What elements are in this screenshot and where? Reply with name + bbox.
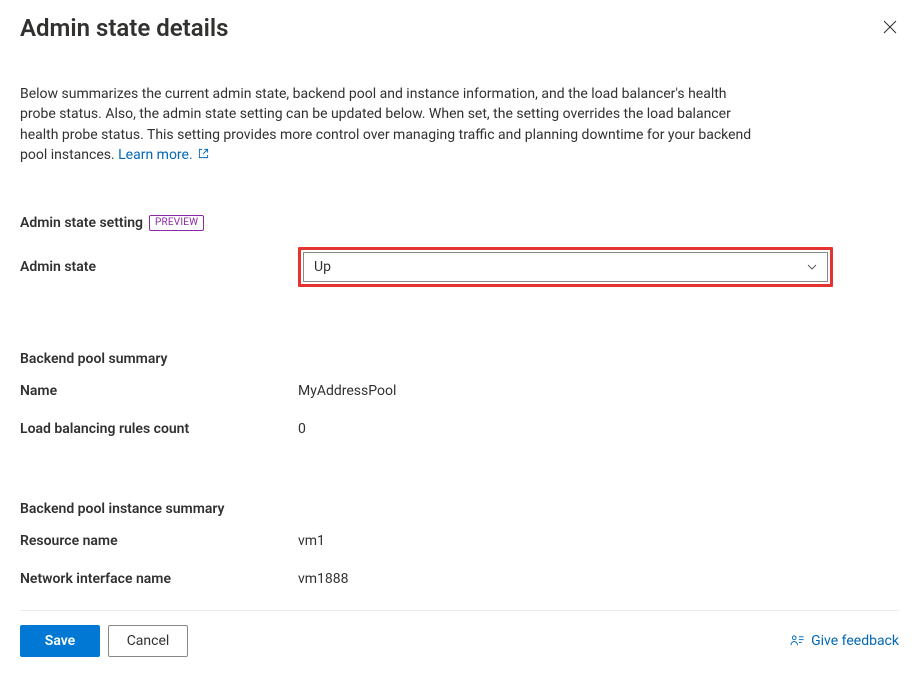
learn-more-label: Learn more. <box>118 147 193 163</box>
lb-rules-row: Load balancing rules count 0 <box>20 421 899 437</box>
pool-name-value: MyAddressPool <box>298 383 396 399</box>
panel-title: Admin state details <box>20 14 228 42</box>
pool-name-row: Name MyAddressPool <box>20 383 899 399</box>
admin-state-section: Admin state setting PREVIEW Admin state … <box>20 215 899 287</box>
admin-state-heading: Admin state setting PREVIEW <box>20 215 899 231</box>
lb-rules-value: 0 <box>298 421 306 437</box>
admin-state-dropdown-container: Up <box>298 247 833 287</box>
admin-state-row: Admin state Up <box>20 247 899 287</box>
admin-state-selected-value: Up <box>314 259 331 275</box>
save-button[interactable]: Save <box>20 625 100 657</box>
resource-name-row: Resource name vm1 <box>20 533 899 549</box>
nic-name-value: vm1888 <box>298 571 349 587</box>
give-feedback-label: Give feedback <box>811 633 899 649</box>
backend-pool-summary-heading: Backend pool summary <box>20 351 899 367</box>
resource-name-label: Resource name <box>20 533 298 549</box>
footer-actions: Save Cancel <box>20 625 188 657</box>
external-link-icon <box>198 148 209 159</box>
admin-state-label: Admin state <box>20 259 298 275</box>
panel-header: Admin state details <box>20 12 899 50</box>
admin-state-details-panel: Admin state details Below summarizes the… <box>0 0 919 673</box>
nic-name-row: Network interface name vm1888 <box>20 571 899 587</box>
resource-name-value: vm1 <box>298 533 325 549</box>
lb-rules-label: Load balancing rules count <box>20 421 298 437</box>
learn-more-link[interactable]: Learn more. <box>118 147 209 163</box>
give-feedback-link[interactable]: Give feedback <box>790 633 899 649</box>
close-icon <box>883 20 897 34</box>
backend-pool-summary-section: Backend pool summary Name MyAddressPool … <box>20 351 899 437</box>
admin-state-heading-label: Admin state setting <box>20 215 143 231</box>
chevron-down-icon <box>805 260 819 274</box>
instance-summary-heading: Backend pool instance summary <box>20 501 899 517</box>
intro-text: Below summarizes the current admin state… <box>20 84 760 165</box>
dropdown-highlight: Up <box>298 247 833 287</box>
panel-footer: Save Cancel Give feedback <box>20 610 899 657</box>
feedback-icon <box>790 634 805 649</box>
backend-pool-instance-section: Backend pool instance summary Resource n… <box>20 501 899 625</box>
close-button[interactable] <box>877 14 903 40</box>
pool-name-label: Name <box>20 383 298 399</box>
admin-state-dropdown[interactable]: Up <box>303 252 828 282</box>
nic-name-label: Network interface name <box>20 571 298 587</box>
cancel-button[interactable]: Cancel <box>108 625 188 657</box>
preview-badge: PREVIEW <box>149 215 204 231</box>
